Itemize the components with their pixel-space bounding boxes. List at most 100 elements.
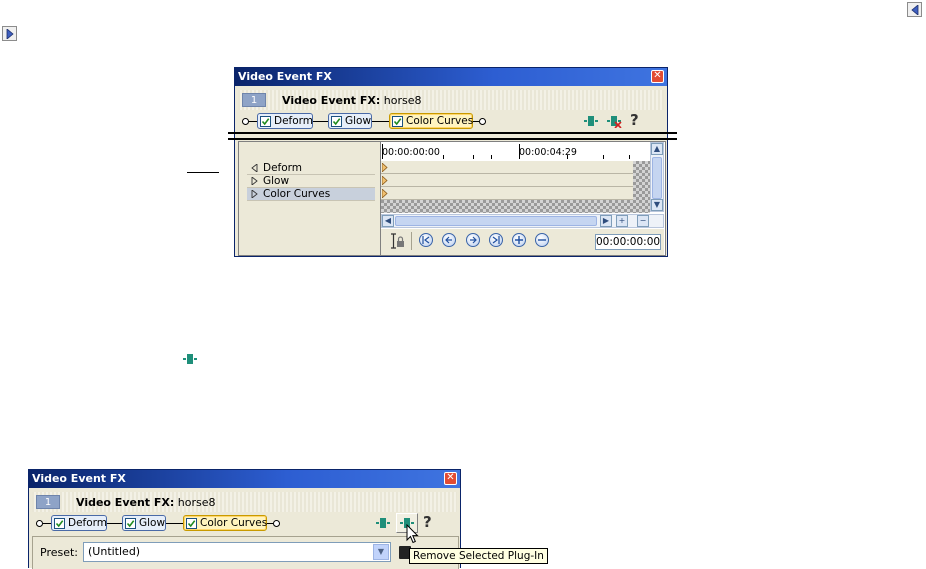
keyframe-marker-icon[interactable] [382,163,388,172]
plugin-chain: Deform Glow Color Curves ? [238,111,664,131]
track-list-panel: Deform Glow Color Curves [238,141,381,256]
chain-connector [313,121,328,122]
ruler-start-time: 00:00:00:00 [382,147,440,158]
triangle-left-icon [911,5,919,15]
scroll-up-button[interactable]: ▲ [651,143,663,155]
vertical-scroll-thumb[interactable] [652,157,662,199]
plugin-chain-icon [183,354,197,364]
fx-deform-button[interactable]: Deform [257,113,313,129]
track-row-glow[interactable]: Glow [247,175,375,188]
next-keyframe-icon [470,236,477,244]
fx-glow-checkbox[interactable] [125,518,136,529]
fx-deform-button[interactable]: Deform [51,515,107,531]
ruler-tick [603,155,604,159]
scroll-left-button[interactable]: ◀ [382,215,394,227]
fx-color-curves-checkbox[interactable] [392,116,403,127]
chain-end [273,520,280,527]
last-keyframe-button[interactable] [489,233,503,247]
fx-glow-button[interactable]: Glow [122,515,166,531]
fx-deform-checkbox[interactable] [260,116,271,127]
chain-end [479,118,486,125]
help-icon[interactable]: ? [630,111,639,129]
zoom-in-button[interactable]: + [616,215,628,227]
close-icon[interactable]: ✕ [444,472,457,485]
track-label: Glow [263,175,290,187]
scroll-right-button[interactable]: ▶ [600,215,612,227]
previous-keyframe-icon [445,236,452,244]
next-keyframe-button[interactable] [466,233,480,247]
ruler-tick [567,155,568,159]
timeline-row-deform[interactable] [381,161,633,174]
toolbar-divider [411,232,412,250]
keyframe-marker-icon[interactable] [382,176,388,185]
event-title-value: horse8 [177,496,216,509]
first-keyframe-button[interactable] [419,233,433,247]
chain-start [242,118,249,125]
event-header: 1 Video Event FX: horse8 [32,492,457,512]
add-keyframe-icon [515,236,523,244]
ruler-mid-time: 00:00:04:29 [519,147,577,158]
fx-glow-button[interactable]: Glow [328,113,372,129]
event-title: Video Event FX: horse8 [282,94,422,107]
delete-keyframe-button[interactable] [535,233,549,247]
chain-connector [249,121,257,122]
scroll-down-button[interactable]: ▼ [651,199,663,211]
remove-plugin-icon[interactable] [606,114,622,128]
track-row-deform[interactable]: Deform [247,162,375,175]
chain-connector [372,121,389,122]
preset-panel: Preset: (Untitled) ▼ [32,536,459,569]
tooltip: Remove Selected Plug-In [409,548,548,564]
track-label: Deform [263,162,303,174]
ruler-tick [519,144,520,159]
fx-color-curves-button[interactable]: Color Curves [389,113,473,129]
preset-value: (Untitled) [88,545,141,558]
previous-keyframe-button[interactable] [442,233,456,247]
preset-label: Preset: [40,546,79,559]
timeline-row-glow[interactable] [381,174,633,187]
ruler-tick [491,155,492,159]
next-page-button[interactable] [2,26,17,41]
timeline-row-color-curves[interactable] [381,187,633,200]
close-icon[interactable]: ✕ [651,70,664,83]
keyframe-timeline[interactable]: 00:00:00:00 00:00:04:29 ▲ ▼ ◀ ▶ + − 00:0… [380,141,666,256]
title-bar: Video Event FX ✕ [235,68,667,86]
collapse-icon[interactable] [251,164,258,172]
expand-icon[interactable] [251,177,258,185]
window-title: Video Event FX [238,70,332,83]
event-title: Video Event FX: horse8 [76,496,216,509]
window-title: Video Event FX [32,472,126,485]
fx-deform-checkbox[interactable] [54,518,65,529]
add-keyframe-button[interactable] [512,233,526,247]
help-icon[interactable]: ? [423,513,432,531]
fx-color-curves-checkbox[interactable] [186,518,197,529]
event-title-value: horse8 [383,94,422,107]
title-bar: Video Event FX ✕ [29,470,460,488]
track-row-color-curves[interactable]: Color Curves [247,188,375,201]
time-display[interactable]: 00:00:00:00 [595,234,661,250]
chevron-down-icon[interactable]: ▼ [373,544,389,560]
fx-glow-label: Glow [345,115,372,127]
chain-connector [107,523,122,524]
event-header: 1 Video Event FX: horse8 [238,90,664,110]
separator-line [228,132,677,134]
vertical-scrollbar[interactable]: ▲ ▼ [650,142,664,212]
keyframe-marker-icon[interactable] [382,189,388,198]
plugin-chain-icon[interactable] [375,516,391,530]
preset-dropdown[interactable]: (Untitled) ▼ [83,542,391,562]
chain-start [36,520,43,527]
fx-glow-checkbox[interactable] [331,116,342,127]
horizontal-scroll-thumb[interactable] [395,216,597,226]
fx-color-curves-button[interactable]: Color Curves [183,515,267,531]
fx-deform-label: Deform [68,517,108,529]
expand-icon[interactable] [251,190,258,198]
ruler-tick [382,144,383,159]
track-label: Color Curves [263,188,331,200]
plugin-chain-icon[interactable] [583,114,599,128]
fx-color-curves-label: Color Curves [406,115,474,127]
mouse-cursor-icon [406,524,419,544]
zoom-out-button[interactable]: − [637,215,649,227]
previous-page-button[interactable] [907,2,922,17]
sync-cursor-icon[interactable] [389,233,405,249]
horizontal-scrollbar[interactable]: ◀ ▶ + − [381,214,664,228]
video-event-fx-window: Video Event FX ✕ 1 Video Event FX: horse… [234,67,668,257]
